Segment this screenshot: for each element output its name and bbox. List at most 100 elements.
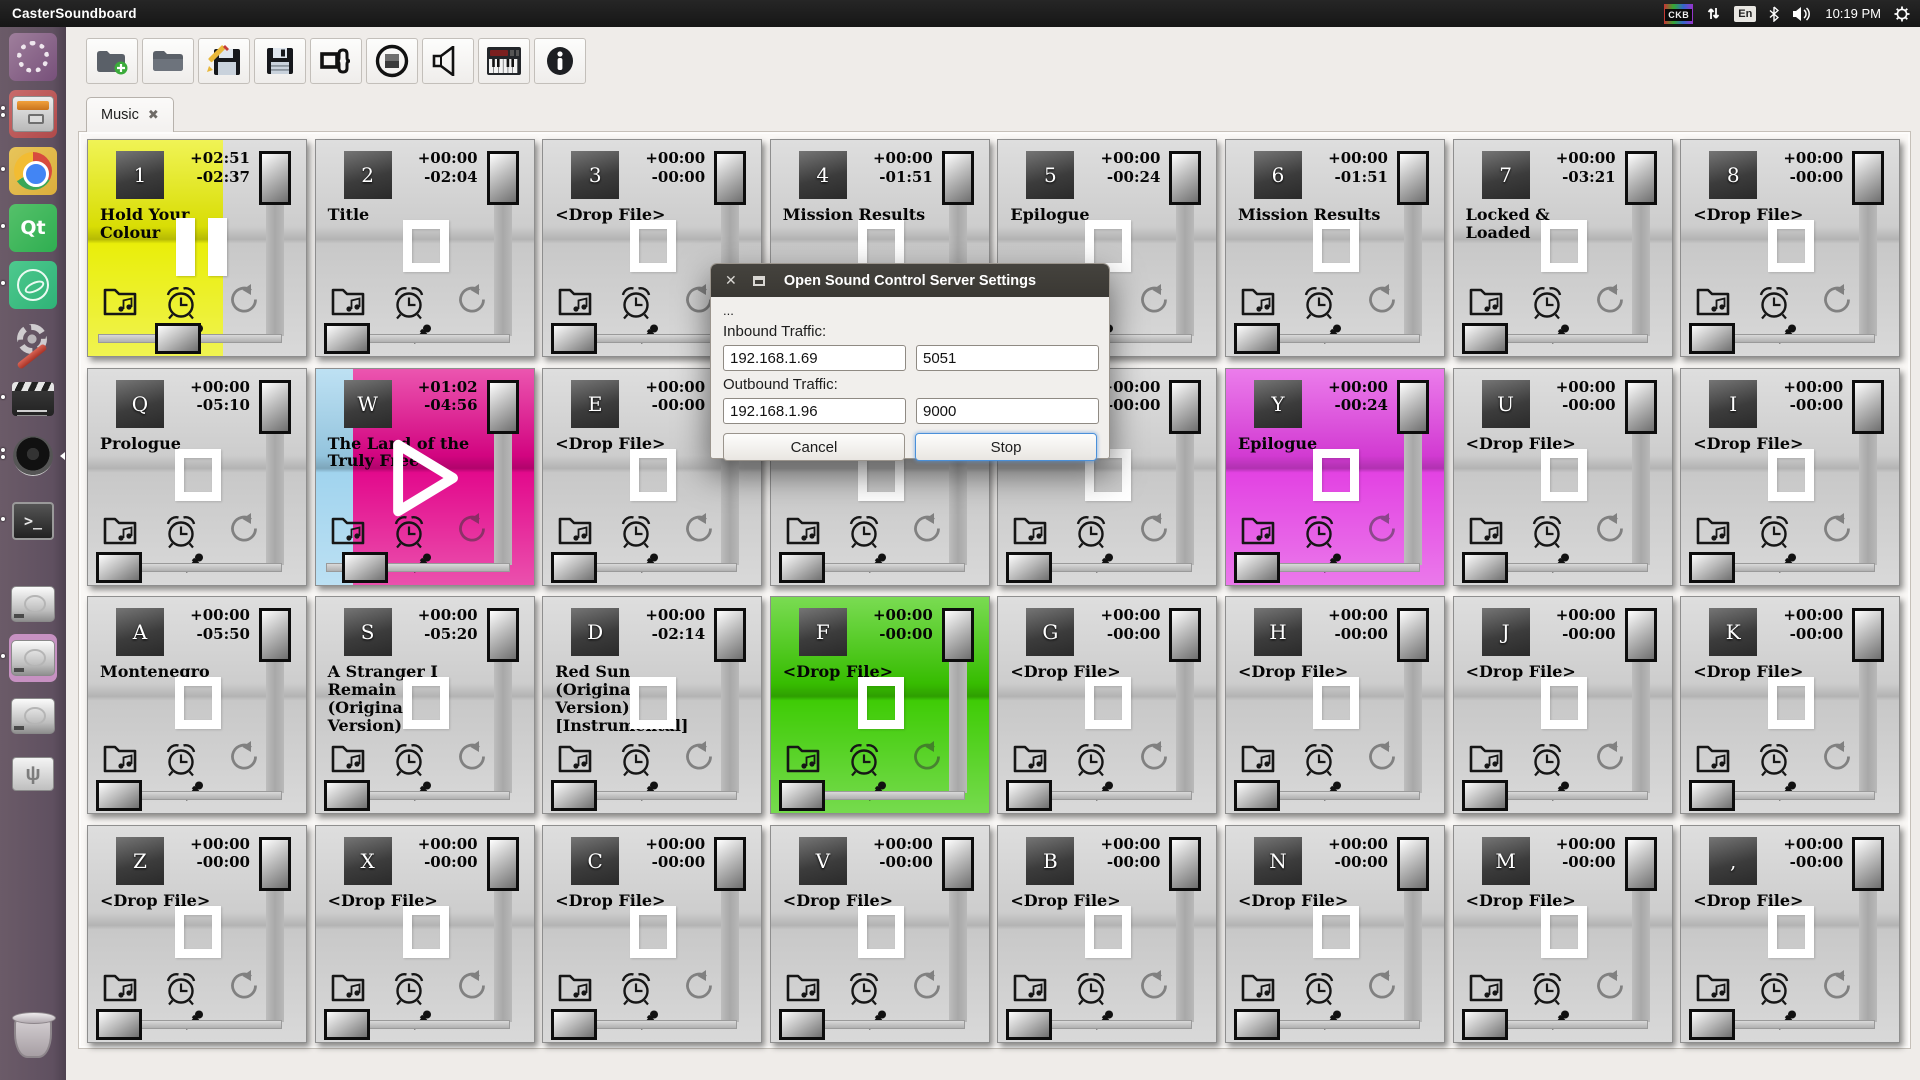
launcher-item-system-tools[interactable] (9, 318, 57, 366)
loop-icon[interactable] (907, 968, 943, 1013)
open-audio-file-icon[interactable] (1240, 511, 1276, 556)
tile-seek-handle[interactable] (324, 323, 370, 354)
open-audio-file-icon[interactable] (1468, 968, 1504, 1013)
open-audio-file-icon[interactable] (1695, 511, 1731, 556)
tile-seek-handle[interactable] (779, 780, 825, 811)
tab-close-icon[interactable]: ✖ (148, 107, 159, 123)
launcher-item-atom[interactable] (9, 261, 57, 309)
dialog-close-icon[interactable]: ✕ (725, 272, 737, 289)
launcher-item-hard-drive-2[interactable] (9, 634, 57, 682)
open-audio-file-icon[interactable] (330, 739, 366, 784)
sound-tile-Q[interactable]: Q +00:00-05:10 Prologue (87, 368, 307, 586)
tile-volume-handle[interactable] (1625, 837, 1657, 891)
hotkey-timer-icon[interactable] (1299, 282, 1339, 327)
loop-icon[interactable] (1134, 968, 1170, 1013)
launcher-item-trash[interactable] (9, 1012, 57, 1060)
about-button[interactable] (534, 38, 586, 84)
tile-seek-handle[interactable] (1462, 323, 1508, 354)
tile-seek-handle[interactable] (551, 552, 597, 583)
cancel-button[interactable]: Cancel (723, 433, 905, 461)
sound-tile-A[interactable]: A +00:00-05:50 Montenegro (87, 596, 307, 814)
open-audio-file-icon[interactable] (330, 282, 366, 327)
sound-tile-W[interactable]: W +01:02-04:56 The Land of the Truly Fre… (315, 368, 535, 586)
tile-seek-handle[interactable] (342, 552, 388, 583)
sound-tile-8[interactable]: 8 +00:00-00:00 <Drop File> (1680, 139, 1900, 357)
launcher-item-hard-drive-1[interactable] (9, 580, 57, 628)
stop-button[interactable]: Stop (915, 433, 1097, 461)
hotkey-timer-icon[interactable] (616, 511, 656, 556)
open-audio-file-icon[interactable] (1240, 739, 1276, 784)
hotkey-timer-icon[interactable] (616, 739, 656, 784)
clock[interactable]: 10:19 PM (1825, 6, 1881, 21)
tile-seek-handle[interactable] (1006, 780, 1052, 811)
tile-volume-handle[interactable] (1852, 837, 1884, 891)
rename-board-button[interactable] (310, 38, 362, 84)
open-audio-file-icon[interactable] (1695, 282, 1731, 327)
open-board-button[interactable] (142, 38, 194, 84)
loop-icon[interactable] (679, 739, 715, 784)
launcher-item-video-editor[interactable] (9, 375, 57, 423)
launcher-item-terminal[interactable]: >_ (9, 497, 57, 545)
open-audio-file-icon[interactable] (330, 511, 366, 556)
loop-icon[interactable] (1817, 282, 1853, 327)
tile-seek-handle[interactable] (1689, 552, 1735, 583)
sound-tile-B[interactable]: B +00:00-00:00 <Drop File> (997, 825, 1217, 1043)
loop-icon[interactable] (224, 968, 260, 1013)
loop-icon[interactable] (224, 739, 260, 784)
hotkey-timer-icon[interactable] (1071, 739, 1111, 784)
hotkey-timer-icon[interactable] (1299, 511, 1339, 556)
tile-volume-handle[interactable] (1169, 837, 1201, 891)
sound-tile-C[interactable]: C +00:00-00:00 <Drop File> (542, 825, 762, 1043)
tile-volume-handle[interactable] (1169, 151, 1201, 205)
tile-seek-handle[interactable] (1234, 552, 1280, 583)
ckb-indicator[interactable]: CKB (1664, 4, 1693, 24)
launcher-item-hard-drive-3[interactable] (9, 692, 57, 740)
tile-volume-handle[interactable] (1397, 837, 1429, 891)
open-audio-file-icon[interactable] (1012, 968, 1048, 1013)
stop-all-button[interactable] (366, 38, 418, 84)
tile-volume-handle[interactable] (487, 837, 519, 891)
hotkey-timer-icon[interactable] (844, 968, 884, 1013)
loop-icon[interactable] (1817, 739, 1853, 784)
volume-icon[interactable] (1792, 6, 1812, 22)
network-updown-icon[interactable] (1706, 6, 1721, 21)
sound-tile-D[interactable]: D +00:00-02:14 Red Sun (Original Version… (542, 596, 762, 814)
sound-tile-K[interactable]: K +00:00-00:00 <Drop File> (1680, 596, 1900, 814)
inbound-port-input[interactable] (916, 345, 1099, 371)
tile-seek-handle[interactable] (1234, 323, 1280, 354)
save-board-as-button[interactable] (198, 38, 250, 84)
loop-icon[interactable] (224, 282, 260, 327)
tile-volume-handle[interactable] (487, 151, 519, 205)
sound-tile-6[interactable]: 6 +00:00-01:51 Mission Results (1225, 139, 1445, 357)
tile-seek-handle[interactable] (1462, 1009, 1508, 1040)
midi-settings-button[interactable] (478, 38, 530, 84)
outbound-port-input[interactable] (916, 398, 1099, 424)
dialog-window-menu-icon[interactable] (753, 276, 765, 286)
hotkey-timer-icon[interactable] (161, 968, 201, 1013)
loop-icon[interactable] (452, 282, 488, 327)
hotkey-timer-icon[interactable] (1527, 739, 1567, 784)
tile-seek-handle[interactable] (96, 1009, 142, 1040)
loop-icon[interactable] (1590, 282, 1626, 327)
hotkey-timer-icon[interactable] (161, 511, 201, 556)
tile-volume-handle[interactable] (259, 837, 291, 891)
sound-tile-F[interactable]: F +00:00-00:00 <Drop File> (770, 596, 990, 814)
tile-seek-handle[interactable] (1006, 552, 1052, 583)
hotkey-timer-icon[interactable] (616, 968, 656, 1013)
tile-volume-handle[interactable] (1852, 151, 1884, 205)
tile-seek-handle[interactable] (551, 780, 597, 811)
tile-volume-handle[interactable] (1852, 380, 1884, 434)
tile-volume-handle[interactable] (714, 151, 746, 205)
inbound-ip-input[interactable] (723, 345, 906, 371)
tile-volume-handle[interactable] (1625, 608, 1657, 662)
loop-icon[interactable] (1134, 511, 1170, 556)
hotkey-timer-icon[interactable] (389, 968, 429, 1013)
loop-icon[interactable] (1817, 968, 1853, 1013)
hotkey-timer-icon[interactable] (1071, 968, 1111, 1013)
tile-volume-handle[interactable] (942, 608, 974, 662)
sound-tile-U[interactable]: U +00:00-00:00 <Drop File> (1453, 368, 1673, 586)
outbound-ip-input[interactable] (723, 398, 906, 424)
open-audio-file-icon[interactable] (557, 968, 593, 1013)
tile-volume-handle[interactable] (942, 151, 974, 205)
open-audio-file-icon[interactable] (1012, 739, 1048, 784)
